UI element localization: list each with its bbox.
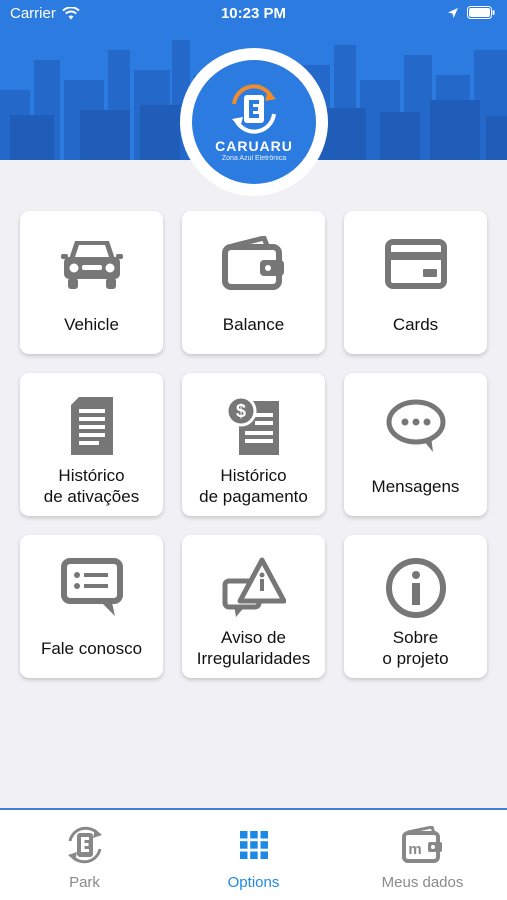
menu-card-label: Mensagens	[371, 476, 460, 496]
svg-text:m: m	[408, 841, 421, 858]
menu-card-contact-us[interactable]: Fale conosco	[20, 535, 163, 678]
menu-card-label: Balance	[222, 314, 285, 334]
menu-card-payment-history[interactable]: $ Histórico de pagamento	[182, 373, 325, 516]
payment-document-icon: $	[225, 395, 279, 455]
tab-options[interactable]: Options	[169, 810, 338, 900]
app-logo: CARUARU Zona Azul Eletrônica	[180, 48, 328, 196]
location-arrow-icon	[448, 7, 458, 18]
menu-card-label: Cards	[392, 314, 439, 334]
menu-card-balance[interactable]: Balance	[182, 211, 325, 354]
logo-badge: CARUARU Zona Azul Eletrônica	[192, 60, 316, 184]
credit-card-icon	[384, 239, 447, 289]
svg-text:$: $	[235, 401, 245, 421]
menu-card-label: Histórico de ativações	[43, 466, 140, 506]
menu-card-activation-history[interactable]: Histórico de ativações	[20, 373, 163, 516]
wallet-id-icon: m	[401, 826, 442, 863]
status-bar: Carrier 10:23 PM	[0, 0, 507, 28]
tab-my-data[interactable]: m Meus dados	[338, 810, 507, 900]
park-logo-icon	[67, 826, 102, 864]
logo-brand-text: CARUARU	[215, 138, 293, 154]
menu-card-about-project[interactable]: Sobre o projeto	[344, 535, 487, 678]
menu-card-label: Fale conosco	[40, 638, 143, 658]
status-right	[447, 6, 495, 19]
warning-message-icon	[222, 557, 286, 617]
tab-label: Options	[227, 874, 280, 891]
status-time: 10:23 PM	[220, 5, 287, 22]
options-grid: Vehicle Balance Cards Histórico de ativa…	[20, 211, 488, 678]
document-icon	[70, 397, 113, 455]
menu-card-label: Histórico de pagamento	[199, 466, 308, 506]
wallet-icon	[221, 236, 284, 290]
message-icon	[60, 558, 123, 616]
tab-label: Meus dados	[381, 874, 464, 891]
car-icon	[60, 241, 123, 289]
tab-label: Park	[69, 874, 100, 891]
info-icon	[385, 558, 446, 618]
menu-card-label: Vehicle	[64, 314, 119, 334]
logo-tagline: Zona Azul Eletrônica	[221, 155, 287, 162]
e-parking-logo-icon	[232, 84, 276, 134]
menu-card-label: Aviso de Irregularidades	[196, 628, 311, 668]
battery-icon	[467, 6, 495, 19]
menu-card-label: Sobre o projeto	[382, 628, 449, 668]
tab-park[interactable]: Park	[0, 810, 169, 900]
menu-card-irregularity-report[interactable]: Aviso de Irregularidades	[182, 535, 325, 678]
menu-card-vehicle[interactable]: Vehicle	[20, 211, 163, 354]
bottom-tab-bar: Park Options m Meus dados	[0, 808, 507, 900]
menu-card-messages[interactable]: Mensagens	[344, 373, 487, 516]
chat-bubble-icon	[386, 399, 445, 452]
menu-card-cards[interactable]: Cards	[344, 211, 487, 354]
grid-icon	[239, 831, 268, 859]
